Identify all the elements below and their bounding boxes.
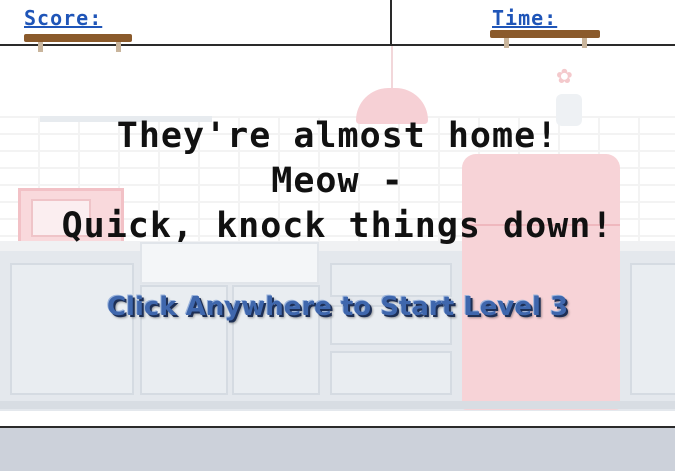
floor-strip [0, 401, 675, 409]
bottom-bar [0, 426, 675, 471]
shelf-peg [116, 42, 121, 52]
message-line-2: Meow - [271, 161, 404, 201]
time-shelf [490, 30, 600, 38]
flower-icon: ✿ [556, 64, 573, 88]
shelf-peg [38, 42, 43, 52]
time-label: Time: [492, 6, 558, 30]
shelf-peg [504, 38, 509, 48]
start-level-prompt[interactable]: Click Anywhere to Start Level 3 [0, 292, 675, 322]
score-shelf [24, 34, 132, 42]
lamp-cord [391, 46, 393, 88]
cabinet-drawer [330, 351, 452, 395]
message-line-1: They're almost home! [116, 116, 559, 156]
message-line-3: Quick, knock things down! [61, 206, 614, 246]
hud-divider [390, 0, 392, 44]
shelf-peg [582, 38, 587, 48]
score-label: Score: [24, 6, 103, 30]
cabinet-door [10, 263, 134, 395]
hud-bar: Score: Time: [0, 0, 675, 52]
level-message: They're almost home! Meow - Quick, knock… [0, 114, 675, 249]
cabinet-door [630, 263, 675, 395]
